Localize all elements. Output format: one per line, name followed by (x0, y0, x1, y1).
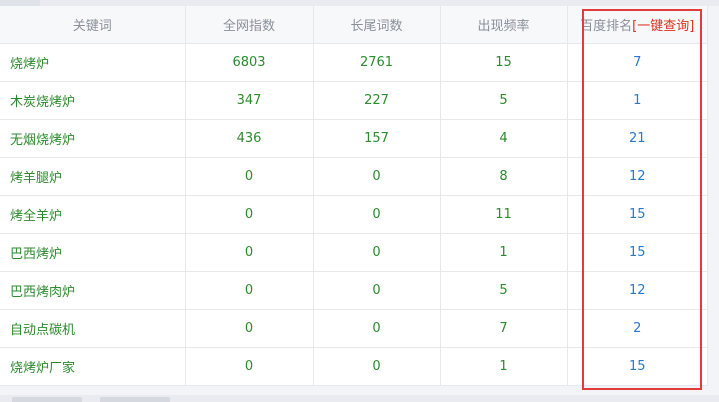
keyword-table: 关键词 全网指数 长尾词数 出现频率 百度排名[一键查询] 烧烤炉 6803 2… (0, 6, 707, 386)
rank-cell: 2 (567, 309, 707, 348)
index-cell: 436 (185, 119, 314, 158)
keyword-cell: 烤全羊炉 (0, 195, 186, 234)
index-cell: 347 (185, 81, 314, 120)
table-row: 烤羊腿炉 0 0 8 12 (0, 157, 707, 196)
keyword-cell: 烧烤炉 (0, 43, 186, 82)
keyword-cell: 自动点碳机 (0, 309, 186, 348)
frequency-cell: 8 (440, 157, 568, 196)
longtail-cell: 227 (313, 81, 441, 120)
table-header-row: 关键词 全网指数 长尾词数 出现频率 百度排名[一键查询] (0, 6, 707, 44)
longtail-cell: 0 (313, 347, 441, 386)
keyword-cell: 木炭烧烤炉 (0, 81, 186, 120)
table-row: 烧烤炉厂家 0 0 1 15 (0, 347, 707, 386)
rank-cell: 15 (567, 347, 707, 386)
bottom-tab[interactable] (12, 397, 82, 402)
rank-cell: 7 (567, 43, 707, 82)
index-cell: 0 (185, 309, 314, 348)
keyword-ranking-page: 关键词 全网指数 长尾词数 出现频率 百度排名[一键查询] 烧烤炉 6803 2… (0, 0, 719, 402)
table-row: 巴西烤肉炉 0 0 5 12 (0, 271, 707, 310)
table-row: 烤全羊炉 0 0 11 15 (0, 195, 707, 234)
longtail-cell: 0 (313, 195, 441, 234)
keyword-cell: 巴西烤炉 (0, 233, 186, 272)
longtail-cell: 0 (313, 233, 441, 272)
header-index: 全网指数 (185, 6, 314, 44)
table-row: 无烟烧烤炉 436 157 4 21 (0, 119, 707, 158)
header-rank-label: 百度排名 (580, 19, 633, 34)
frequency-cell: 1 (440, 347, 568, 386)
keyword-cell: 巴西烤肉炉 (0, 271, 186, 310)
frequency-cell: 1 (440, 233, 568, 272)
table-row: 巴西烤炉 0 0 1 15 (0, 233, 707, 272)
index-cell: 0 (185, 195, 314, 234)
frequency-cell: 7 (440, 309, 568, 348)
keyword-cell: 烧烤炉厂家 (0, 347, 186, 386)
table-row: 烧烤炉 6803 2761 15 7 (0, 43, 707, 82)
bottom-tab[interactable] (100, 397, 170, 402)
rank-cell: 12 (567, 157, 707, 196)
index-cell: 0 (185, 233, 314, 272)
rank-cell: 1 (567, 81, 707, 120)
keyword-cell: 无烟烧烤炉 (0, 119, 186, 158)
rank-cell: 15 (567, 195, 707, 234)
frequency-cell: 4 (440, 119, 568, 158)
index-cell: 0 (185, 347, 314, 386)
frequency-cell: 5 (440, 271, 568, 310)
bottom-strip (0, 395, 719, 402)
header-keyword: 关键词 (0, 6, 186, 44)
frequency-cell: 15 (440, 43, 568, 82)
rank-cell: 15 (567, 233, 707, 272)
longtail-cell: 0 (313, 271, 441, 310)
index-cell: 0 (185, 157, 314, 196)
longtail-cell: 2761 (313, 43, 441, 82)
index-cell: 6803 (185, 43, 314, 82)
header-rank: 百度排名[一键查询] (567, 6, 707, 44)
rank-cell: 12 (567, 271, 707, 310)
longtail-cell: 0 (313, 309, 441, 348)
keyword-table-container: 关键词 全网指数 长尾词数 出现频率 百度排名[一键查询] 烧烤炉 6803 2… (0, 6, 708, 386)
table-row: 木炭烧烤炉 347 227 5 1 (0, 81, 707, 120)
header-frequency: 出现频率 (440, 6, 568, 44)
table-row: 自动点碳机 0 0 7 2 (0, 309, 707, 348)
keyword-cell: 烤羊腿炉 (0, 157, 186, 196)
frequency-cell: 11 (440, 195, 568, 234)
frequency-cell: 5 (440, 81, 568, 120)
rank-cell: 21 (567, 119, 707, 158)
longtail-cell: 157 (313, 119, 441, 158)
index-cell: 0 (185, 271, 314, 310)
one-click-query-link[interactable]: [一键查询] (632, 19, 694, 34)
longtail-cell: 0 (313, 157, 441, 196)
header-longtail: 长尾词数 (313, 6, 441, 44)
